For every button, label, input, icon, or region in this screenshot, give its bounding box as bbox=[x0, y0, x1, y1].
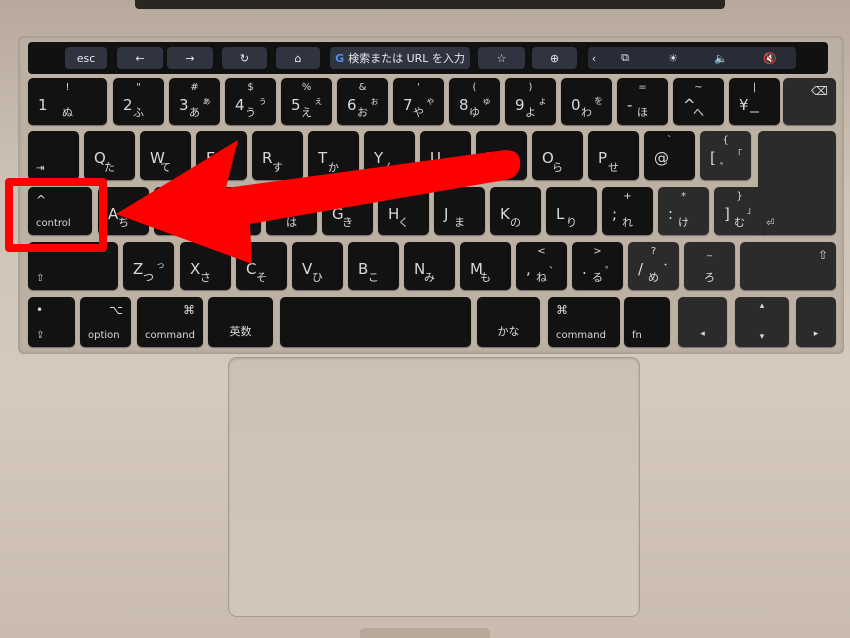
annotation-arrow bbox=[116, 140, 521, 264]
arrow-shape bbox=[116, 140, 521, 264]
control-key-highlight-box bbox=[5, 178, 107, 252]
